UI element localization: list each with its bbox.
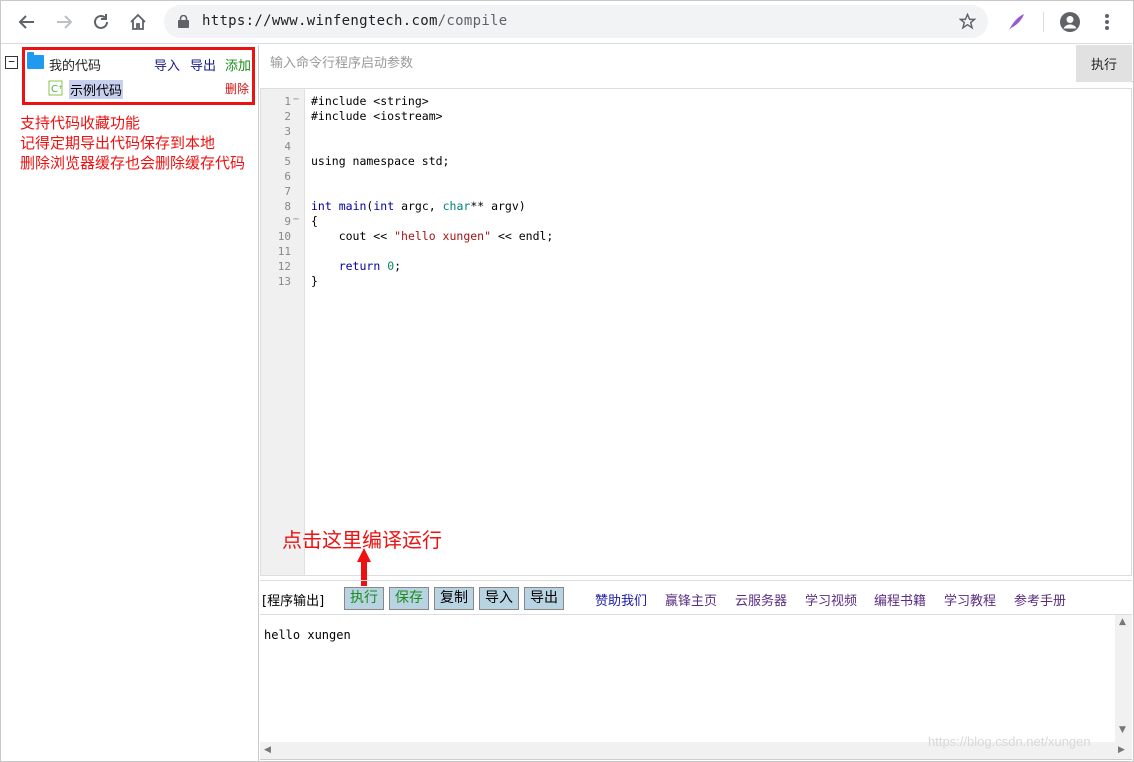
forward-icon[interactable] [50, 8, 78, 36]
fold-marker[interactable]: − [293, 214, 299, 225]
scroll-left-icon[interactable]: ◀ [264, 745, 271, 755]
svg-text:C: C [51, 84, 58, 95]
line-number: 2 [284, 110, 291, 123]
bookmark-star-icon[interactable] [959, 13, 976, 30]
menu-kebab-icon[interactable] [1102, 12, 1112, 32]
code-line: } [311, 274, 318, 288]
tree-export-link[interactable]: 导出 [190, 55, 216, 74]
cpp-file-icon: C + [48, 80, 63, 96]
tree-root-label[interactable]: 我的代码 [49, 55, 101, 74]
tree-collapse-toggle[interactable]: − [5, 56, 18, 69]
line-number: 3 [284, 125, 291, 138]
line-number-gutter: 1 − 2 3 4 5 6 7 8 9 − 10 11 12 13 [261, 89, 305, 575]
command-args-input[interactable] [260, 45, 1076, 82]
address-bar[interactable]: https://www.winfengtech.com/compile [164, 5, 988, 38]
copy-button[interactable]: 复制 [434, 587, 474, 610]
tree-item-example-code[interactable]: 示例代码 [69, 80, 124, 99]
home-icon[interactable] [124, 8, 152, 36]
cloud-server-link[interactable]: 云服务器 [735, 590, 787, 609]
line-number: 4 [284, 140, 291, 153]
line-number: 12 [277, 260, 291, 273]
code-line: #include <iostream> [311, 109, 443, 123]
sponsor-link[interactable]: 赞助我们 [595, 590, 647, 609]
watermark: https://blog.csdn.net/xungen [928, 734, 1091, 749]
line-number: 11 [277, 245, 291, 258]
extension-quill-icon[interactable] [1006, 12, 1026, 32]
lock-icon [178, 15, 189, 28]
line-number: 9 [284, 215, 291, 228]
run-args-button[interactable]: 执行 [1076, 45, 1132, 82]
output-text: hello xungen [264, 628, 351, 642]
reload-icon[interactable] [87, 8, 115, 36]
line-number: 7 [284, 185, 291, 198]
code-line: return 0; [338, 259, 402, 273]
code-tree-panel: − 我的代码 导入 导出 添加 C + 示例代码 删除 支持代码收藏功能 记得定… [0, 45, 259, 762]
line-number: 13 [277, 275, 291, 288]
note-line-1: 支持代码收藏功能 [20, 114, 141, 132]
browser-toolbar: https://www.winfengtech.com/compile [0, 0, 1134, 44]
scroll-right-icon[interactable]: ▶ [1118, 745, 1125, 755]
reference-link[interactable]: 参考手册 [1014, 590, 1066, 609]
url-text: https://www.winfengtech.com/compile [202, 13, 508, 29]
video-link[interactable]: 学习视频 [805, 590, 857, 609]
import-button[interactable]: 导入 [479, 587, 519, 610]
tree-add-link[interactable]: 添加 [225, 55, 251, 74]
line-number: 1 [284, 95, 291, 108]
code-line: using namespace std; [311, 154, 450, 168]
line-number: 10 [277, 230, 291, 243]
folder-icon [27, 52, 44, 69]
toolbar-divider [1043, 12, 1044, 32]
svg-text:+: + [58, 84, 63, 91]
fold-marker[interactable]: − [293, 94, 299, 105]
output-toolbar: [程序输出] 执行 保存 复制 导入 导出 赞助我们 赢锋主页 云服务器 学习视… [260, 580, 1132, 614]
note-line-2: 记得定期导出代码保存到本地 [20, 134, 216, 152]
tree-import-link[interactable]: 导入 [154, 55, 180, 74]
homepage-link[interactable]: 赢锋主页 [665, 590, 717, 609]
line-number: 8 [284, 200, 291, 213]
code-line: cout << "hello xungen" << endl; [311, 229, 554, 243]
code-line: { [311, 214, 318, 228]
line-number: 5 [284, 155, 291, 168]
scroll-up-icon[interactable]: ▲ [1119, 617, 1126, 627]
back-icon[interactable] [13, 8, 41, 36]
code-editor[interactable]: 1 − 2 3 4 5 6 7 8 9 − 10 11 12 13 #inclu… [260, 88, 1132, 576]
command-args-bar: 执行 [260, 45, 1134, 82]
run-button[interactable]: 执行 [344, 587, 384, 610]
vertical-scrollbar[interactable]: ▲ ▼ [1115, 615, 1132, 743]
code-line: int main(int argc, char** argv) [311, 199, 526, 213]
books-link[interactable]: 编程书籍 [874, 590, 926, 609]
output-label: [程序输出] [262, 594, 325, 609]
note-line-3: 删除浏览器缓存也会删除缓存代码 [20, 154, 246, 172]
scroll-down-icon[interactable]: ▼ [1119, 725, 1126, 735]
save-button[interactable]: 保存 [389, 587, 429, 610]
code-line: #include <string> [311, 94, 429, 108]
profile-avatar-icon[interactable] [1059, 11, 1081, 33]
tree-delete-link[interactable]: 删除 [225, 80, 249, 97]
line-number: 6 [284, 170, 291, 183]
export-button[interactable]: 导出 [524, 587, 564, 610]
tutorial-link[interactable]: 学习教程 [944, 590, 996, 609]
